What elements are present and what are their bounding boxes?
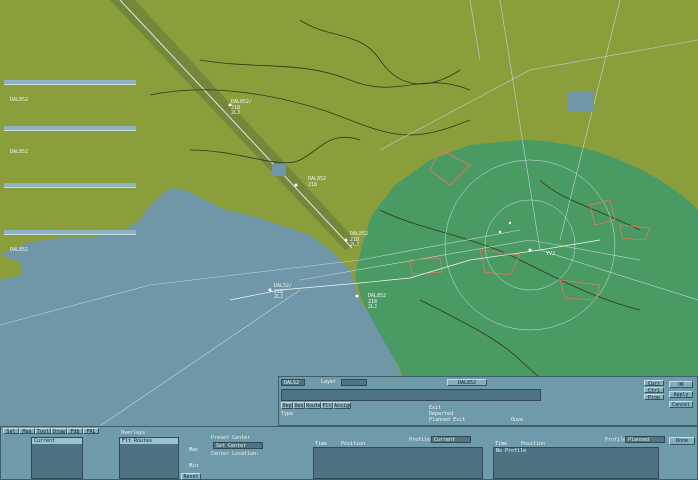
lake-small xyxy=(272,164,286,176)
toolbar-draw[interactable]: Draw xyxy=(51,428,67,434)
overlays-label: Overlays xyxy=(121,430,146,436)
track-tag[interactable]: YVJ xyxy=(546,251,555,258)
cancel-button[interactable]: Cancel xyxy=(669,401,693,408)
layer-label: Layer xyxy=(321,379,337,385)
toolbar-sel[interactable]: Sel xyxy=(3,428,19,434)
list-item[interactable]: No Profile xyxy=(494,448,658,454)
profile-select[interactable]: Current xyxy=(431,436,471,443)
track-tag[interactable]: DAL52/ 218 2LJ xyxy=(274,283,292,301)
toolbar-frl[interactable]: FRL xyxy=(83,428,99,434)
tab-dep[interactable]: Dep xyxy=(281,402,293,409)
list-row[interactable] xyxy=(4,103,136,109)
radar-map[interactable] xyxy=(0,0,698,426)
toolbar-map[interactable]: Map xyxy=(19,428,35,434)
tab-route[interactable]: Route xyxy=(305,402,321,409)
tab-assign[interactable]: Assign xyxy=(333,402,351,409)
route-field[interactable] xyxy=(281,389,541,401)
lake xyxy=(568,92,594,112)
toolbar-fdb[interactable]: Fdb xyxy=(67,428,83,434)
flight-data-panel: DAL52 Layer DAL852 Dep Des Route Flt Ass… xyxy=(278,376,698,426)
flight-list-4: DAL852 xyxy=(4,230,136,253)
row-callsign: DAL852 xyxy=(10,247,29,253)
tab-flt[interactable]: Flt xyxy=(321,402,333,409)
done-button[interactable]: Done xyxy=(669,437,695,445)
apply-button[interactable]: Apply xyxy=(669,391,693,398)
ok-button[interactable]: OK xyxy=(669,381,693,388)
track-tag[interactable]: DAL852 218 2LJ xyxy=(350,231,368,249)
preset-center-select[interactable]: Set Center xyxy=(213,442,263,449)
profile-list[interactable] xyxy=(313,447,483,479)
track-tag[interactable]: DAL852 218 xyxy=(308,176,326,188)
profile-list-2[interactable]: No Profile xyxy=(493,447,659,479)
preset-center-label: Preset Center xyxy=(211,435,251,441)
track-tag[interactable]: DAL852/ 218 2LJ xyxy=(231,99,252,117)
ctrl-button[interactable]: Ctrl xyxy=(644,387,664,393)
overlay-list[interactable]: Flt Routes xyxy=(119,437,179,479)
bottom-panel: Sel Map Tool Draw Fdb FRL Current Flt Ro… xyxy=(0,426,698,480)
min-label: Min xyxy=(189,463,199,469)
max-label: Max xyxy=(189,447,199,453)
ouve-label: Ouve xyxy=(511,417,524,423)
layer-select[interactable] xyxy=(341,379,367,386)
callsign-field[interactable]: DAL52 xyxy=(281,379,305,386)
list-row[interactable] xyxy=(4,206,136,212)
curr-button[interactable]: Curr xyxy=(644,380,664,386)
flight-list-1: DAL852 xyxy=(4,80,136,109)
map-list[interactable]: Current xyxy=(31,437,83,479)
track-tag[interactable]: DAL852 218 2LJ xyxy=(368,293,386,311)
flight-list-3 xyxy=(4,183,136,212)
prop-button[interactable]: Prop xyxy=(644,394,664,400)
type-label: Type xyxy=(281,411,294,417)
planned-exit-label: Planned Exit xyxy=(429,417,466,423)
row-callsign: DAL852 xyxy=(10,149,29,155)
list-row[interactable]: DAL852 xyxy=(4,149,136,155)
profile-label-2: Profile xyxy=(605,437,627,443)
profile-select-2[interactable]: Planned xyxy=(625,436,665,443)
callsign-button[interactable]: DAL852 xyxy=(447,379,487,386)
list-item[interactable]: Current xyxy=(32,438,82,444)
toolbar-tool[interactable]: Tool xyxy=(35,428,51,434)
tab-des[interactable]: Des xyxy=(293,402,305,409)
flight-list-2: DAL852 xyxy=(4,126,136,155)
list-item[interactable]: Flt Routes xyxy=(120,438,178,444)
profile-label: Profile xyxy=(409,437,431,443)
list-row[interactable]: DAL852 xyxy=(4,247,136,253)
reset-button[interactable]: Reset xyxy=(181,473,201,480)
center-location-label: Center Location: xyxy=(211,451,260,457)
